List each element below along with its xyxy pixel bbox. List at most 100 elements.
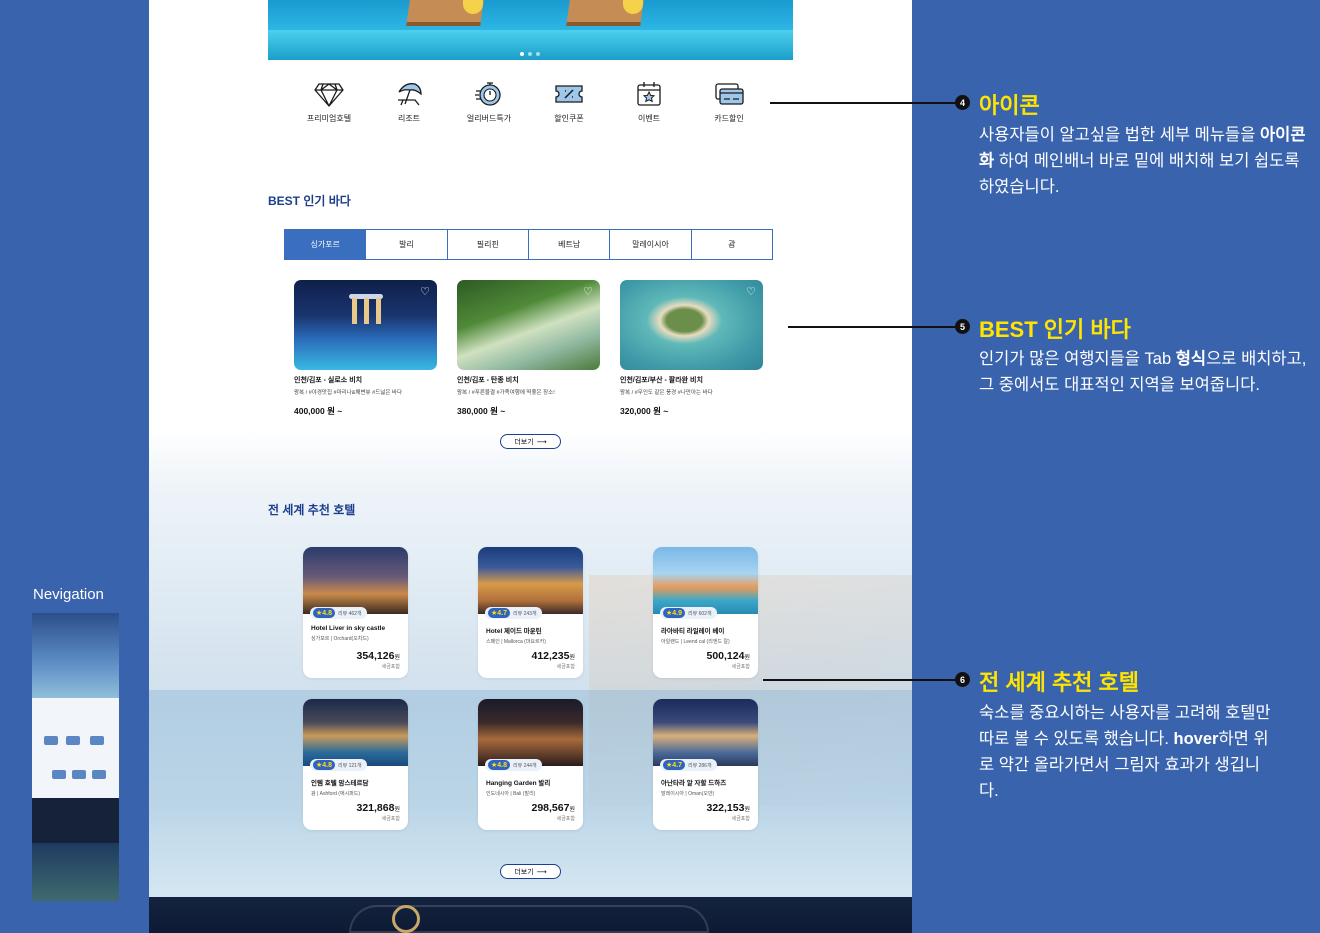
rating-value: 4.7 bbox=[497, 609, 508, 617]
hotels-more-button[interactable]: 더보기 ⟶ bbox=[500, 864, 561, 879]
icon-menu-coupon[interactable]: 할인쿠폰 bbox=[529, 80, 609, 124]
hotel-price: 412,235원 bbox=[532, 650, 576, 662]
region-tabs: 싱가포르 발리 필리핀 베트남 말레이시아 괌 bbox=[284, 229, 773, 260]
thumb-content bbox=[32, 698, 119, 798]
icon-label: 할인쿠폰 bbox=[554, 114, 584, 123]
hotel-image: ★ 4.8 리뷰 244개 bbox=[478, 699, 583, 771]
best-card-price: 400,000 원 ~ bbox=[294, 406, 343, 416]
annotation-title: 전 세계 추천 호텔 bbox=[979, 670, 1140, 695]
price-unit: 원 bbox=[394, 807, 400, 813]
hotel-card[interactable]: ★ 4.9 리뷰 602개 라아바티 라일레이 베이 아일랜드 | Leend ca… bbox=[653, 547, 758, 678]
thumb-card bbox=[92, 770, 106, 779]
best-card-title: 인천/김포 - 탄종 비치 bbox=[457, 377, 519, 384]
hotel-image: ★ 4.8 리뷰 121개 bbox=[303, 699, 408, 771]
annotation-title: 아이콘 bbox=[979, 93, 1040, 118]
best-card-image: ♡ bbox=[457, 280, 600, 370]
tab-vietnam[interactable]: 베트남 bbox=[528, 230, 611, 259]
hotels-section-title: 전 세계 추천 호텔 bbox=[268, 503, 356, 517]
best-card[interactable]: ♡ 인천/김포/부산 - 팔라완 비치 왕복 / #무인도 같은 풍경 #나만아… bbox=[620, 280, 763, 417]
hotel-name: 인템 호텔 암스테르담 bbox=[311, 780, 369, 787]
more-label: 더보기 bbox=[514, 438, 534, 446]
icon-label: 이벤트 bbox=[637, 114, 661, 123]
rating-badge: ★ 4.8 리뷰 121개 bbox=[310, 759, 367, 771]
more-label: 더보기 bbox=[514, 868, 534, 876]
navigation-thumbnail[interactable] bbox=[32, 613, 119, 901]
review-count: 리뷰 121개 bbox=[338, 762, 362, 769]
best-more-button[interactable]: 더보기 ⟶ bbox=[500, 434, 561, 449]
banner-dot[interactable] bbox=[520, 52, 524, 56]
tax-note: 세금포함 bbox=[731, 816, 750, 822]
hotel-image: ★ 4.7 리뷰 243개 bbox=[478, 547, 583, 619]
tab-guam[interactable]: 괌 bbox=[691, 230, 772, 259]
best-card-tags: 왕복 / #푸른물결 #가족여행에 딱좋은 장소! bbox=[457, 390, 555, 396]
tab-singapore[interactable]: 싱가포르 bbox=[285, 230, 367, 259]
desc-text: 인기가 많은 여행지들을 Tab bbox=[979, 350, 1176, 368]
annotation-number: 6 bbox=[955, 672, 970, 687]
icon-menu-premium-hotel[interactable]: 프리미엄호텔 bbox=[289, 80, 369, 124]
icon-menu-resort[interactable]: 리조트 bbox=[369, 80, 449, 124]
tax-note: 세금포함 bbox=[556, 816, 575, 822]
arrow-right-icon: ⟶ bbox=[536, 868, 547, 876]
hotel-card[interactable]: ★ 4.7 리뷰 286개 아난타라 알 자할 드하즈 말레이시아 | Oman(오… bbox=[653, 699, 758, 830]
arrow-right-icon: ⟶ bbox=[536, 438, 547, 446]
review-count: 리뷰 244개 bbox=[513, 762, 537, 769]
hotel-price: 500,124원 bbox=[707, 650, 751, 662]
thumb-card bbox=[44, 736, 58, 745]
annotation-desc: 인기가 많은 여행지들을 Tab 형식으로 배치하고, 그 중에서도 대표적인 … bbox=[979, 346, 1309, 398]
price-unit: 원 bbox=[744, 807, 750, 813]
rating-value: 4.9 bbox=[672, 609, 683, 617]
main-banner[interactable] bbox=[268, 0, 793, 60]
hotel-card[interactable]: ★ 4.8 리뷰 462개 Hotel Liver in sky castle 싱가… bbox=[303, 547, 408, 678]
banner-pagination[interactable] bbox=[520, 52, 540, 56]
rating-badge: ★ 4.9 리뷰 602개 bbox=[660, 607, 717, 619]
tab-philippines[interactable]: 필리핀 bbox=[447, 230, 529, 259]
heart-icon[interactable]: ♡ bbox=[420, 285, 430, 298]
banner-dot[interactable] bbox=[528, 52, 532, 56]
tax-note: 세금포함 bbox=[381, 664, 400, 670]
best-card-tags: 왕복 / #무인도 같은 풍경 #나만아는 바다 bbox=[620, 390, 713, 396]
rating-badge: ★ 4.7 리뷰 243개 bbox=[485, 607, 542, 619]
best-card[interactable]: ♡ 인천/김포 - 탄종 비치 왕복 / #푸른물결 #가족여행에 딱좋은 장소… bbox=[457, 280, 600, 417]
icon-label: 프리미엄호텔 bbox=[306, 114, 352, 123]
hotel-card[interactable]: ★ 4.8 리뷰 121개 인템 호텔 암스테르담 괌 | Ashford (애시퍼… bbox=[303, 699, 408, 830]
stopwatch-icon bbox=[475, 82, 501, 106]
best-card[interactable]: ♡ 인천/김포 - 실로소 비치 왕복 / #야경맛집 #마리나&해변뷰 #드넓… bbox=[294, 280, 437, 417]
rating-badge: ★ 4.7 리뷰 286개 bbox=[660, 759, 717, 771]
best-card-title: 인천/김포/부산 - 팔라완 비치 bbox=[620, 377, 703, 384]
icon-menu-event[interactable]: 이벤트 bbox=[609, 80, 689, 124]
hotel-price: 354,126원 bbox=[357, 650, 401, 662]
heart-icon[interactable]: ♡ bbox=[746, 285, 756, 298]
hotel-location: 인도네시아 | Bali (발리) bbox=[486, 791, 536, 797]
rating-badge: ★ 4.8 리뷰 244개 bbox=[485, 759, 542, 771]
icon-menu-early-bird[interactable]: 얼리버드특가 bbox=[449, 80, 529, 124]
price-value: 412,235 bbox=[531, 650, 570, 662]
rating-value: 4.8 bbox=[322, 761, 333, 769]
tab-bali[interactable]: 발리 bbox=[366, 230, 448, 259]
coupon-icon bbox=[555, 85, 583, 103]
rating-badge: ★ 4.8 리뷰 462개 bbox=[310, 607, 367, 619]
hotel-price: 322,153원 bbox=[707, 802, 751, 814]
heart-icon[interactable]: ♡ bbox=[583, 285, 593, 298]
thumb-card bbox=[90, 736, 104, 745]
tab-malaysia[interactable]: 말레이시아 bbox=[610, 230, 692, 259]
rating-value: 4.8 bbox=[322, 609, 333, 617]
hotel-location: 괌 | Ashford (애시퍼드) bbox=[311, 791, 361, 797]
annotation-desc: 사용자들이 알고싶을 법한 세부 메뉴들을 아이콘화 하여 메인배너 바로 밑에… bbox=[979, 122, 1309, 200]
icon-menu-card-discount[interactable]: 카드할인 bbox=[689, 80, 769, 124]
hotel-image: ★ 4.9 리뷰 602개 bbox=[653, 547, 758, 619]
navigation-label: Nevigation bbox=[33, 586, 104, 603]
hotel-card[interactable]: ★ 4.8 리뷰 244개 Hanging Garden 발리 인도네시아 | Ba… bbox=[478, 699, 583, 830]
best-card-price: 380,000 원 ~ bbox=[457, 406, 506, 416]
annotation-number: 5 bbox=[955, 319, 970, 334]
price-unit: 원 bbox=[569, 807, 575, 813]
thumb-dark-section bbox=[32, 798, 119, 843]
hotel-name: Hotel Liver in sky castle bbox=[311, 625, 386, 632]
annotation-line bbox=[770, 102, 958, 104]
price-unit: 원 bbox=[744, 655, 750, 661]
price-unit: 원 bbox=[569, 655, 575, 661]
thumb-hero bbox=[32, 613, 119, 698]
best-card-tags: 왕복 / #야경맛집 #마리나&해변뷰 #드넓은 바다 bbox=[294, 390, 403, 396]
banner-dot[interactable] bbox=[536, 52, 540, 56]
hotel-card[interactable]: ★ 4.7 리뷰 243개 Hotel 제이드 마운틴 스페인 | Mallorca… bbox=[478, 547, 583, 678]
best-card-title: 인천/김포 - 실로소 비치 bbox=[294, 377, 363, 384]
